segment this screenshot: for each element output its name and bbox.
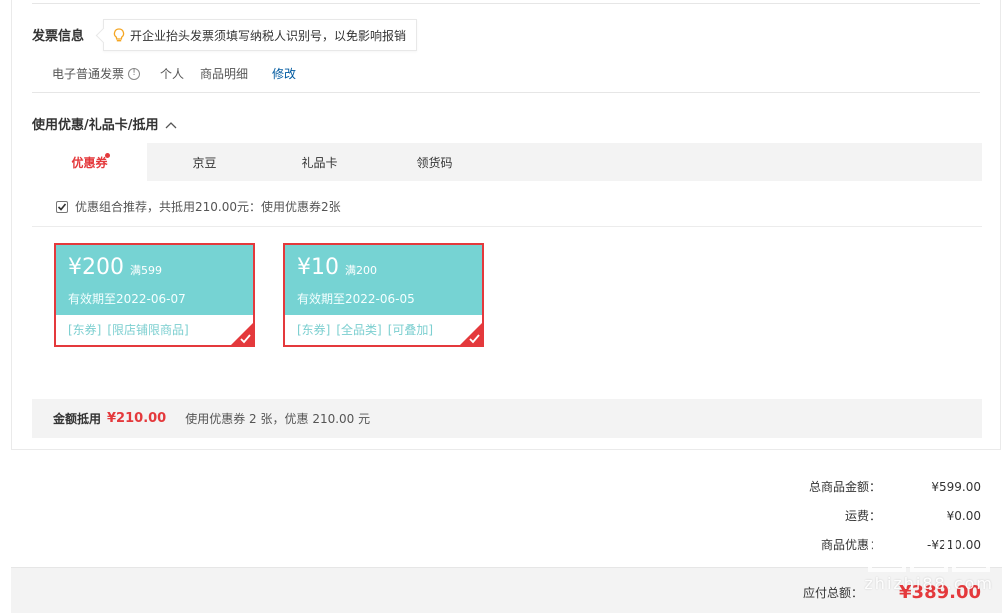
tab-coupons[interactable]: 优惠券 (32, 143, 147, 181)
info-icon[interactable]: ! (128, 67, 141, 80)
summary-label: 金额抵用 (53, 412, 102, 426)
coupon-tabs: 优惠券 京豆 礼品卡 领货码 (32, 143, 982, 181)
coupon-condition: 满599 (130, 264, 162, 277)
tab-jingdou[interactable]: 京豆 (147, 143, 262, 181)
invoice-edit-link[interactable]: 修改 (272, 65, 296, 82)
watermark-text: zhizhi88.com (864, 574, 994, 593)
coupon-amount: ¥200 (68, 255, 124, 280)
new-dot-badge (105, 153, 110, 158)
combo-recommend: 优惠组合推荐，共抵用210.00元：使用优惠券2张 (56, 198, 341, 215)
coupon-tag: [限店铺限商品] (107, 323, 189, 337)
tab-giftcard-label: 礼品卡 (301, 155, 338, 170)
coupon-tag: [全品类] (336, 323, 382, 337)
chevron-up-icon (165, 119, 176, 129)
tab-jingdou-label: 京豆 (192, 155, 217, 170)
summary-value: ¥210.00 (107, 411, 167, 426)
total-row: 运费： ¥0.00 (761, 501, 981, 530)
tab-pickup-code[interactable]: 领货码 (377, 143, 492, 181)
combo-checkbox[interactable] (56, 200, 68, 213)
invoice-tip-text: 开企业抬头发票须填写纳税人识别号，以免影响报销 (130, 28, 407, 43)
coupon-amount-row: ¥10 满200 (297, 255, 470, 284)
coupon-condition: 满200 (345, 264, 377, 277)
coupon-tag: [东券] (68, 323, 102, 337)
payable-label: 应付总额： (803, 586, 864, 600)
coupon-amount-row: ¥200 满599 (68, 255, 241, 284)
tab-coupons-label: 优惠券 (71, 155, 108, 170)
watermark: zhizhi88.com (864, 528, 994, 593)
total-value: ¥599.00 (931, 479, 981, 494)
total-label: 总商品金额： (808, 480, 881, 494)
invoice-title: 发票信息 (32, 29, 85, 44)
total-value: ¥0.00 (946, 508, 981, 523)
watermark-logo-icon (868, 528, 991, 572)
total-row: 总商品金额： ¥599.00 (761, 472, 981, 501)
coupon-tag: [东券] (297, 323, 331, 337)
coupon-card[interactable]: ¥200 满599 有效期至2022-06-07 [东券] [限店铺限商品] (54, 243, 255, 347)
coupon-tag: [可叠加] (387, 323, 434, 337)
invoice-title-type: 个人 (160, 67, 185, 81)
total-label: 运费： (844, 509, 881, 523)
coupon-tags: [东券] [限店铺限商品] (56, 315, 253, 344)
invoice-type: 电子普通发票 (52, 67, 125, 81)
total-label: 商品优惠： (820, 538, 881, 552)
coupon-card-top: ¥200 满599 有效期至2022-06-07 (56, 245, 253, 315)
coupon-validity: 有效期至2022-06-07 (68, 292, 186, 306)
selected-check-icon (460, 323, 482, 345)
invoice-content: 商品明细 (200, 67, 249, 81)
coupon-section-toggle[interactable]: 使用优惠/礼品卡/抵用 (32, 114, 176, 133)
coupon-card-top: ¥10 满200 有效期至2022-06-05 (285, 245, 482, 315)
combo-text: 优惠组合推荐，共抵用210.00元：使用优惠券2张 (75, 200, 341, 214)
selected-check-icon (231, 323, 253, 345)
tab-pickup-code-label: 领货码 (416, 155, 453, 170)
invoice-tip: 开企业抬头发票须填写纳税人识别号，以免影响报销 (103, 19, 418, 51)
discount-summary: 金额抵用 ¥210.00 使用优惠券 2 张，优惠 210.00 元 (32, 399, 982, 438)
summary-desc: 使用优惠券 2 张，优惠 210.00 元 (185, 412, 371, 426)
coupon-tags: [东券] [全品类] [可叠加] (285, 315, 482, 344)
tab-giftcard[interactable]: 礼品卡 (262, 143, 377, 181)
invoice-info-row: 电子普通发票 ! 个人 商品明细 修改 (52, 65, 296, 82)
coupon-validity: 有效期至2022-06-05 (297, 292, 415, 306)
coupon-card[interactable]: ¥10 满200 有效期至2022-06-05 [东券] [全品类] [可叠加] (283, 243, 484, 347)
coupon-section-title: 使用优惠/礼品卡/抵用 (32, 118, 159, 133)
section-divider (32, 92, 980, 93)
lightbulb-icon (113, 27, 125, 43)
coupon-amount: ¥10 (297, 255, 339, 280)
top-divider (32, 3, 980, 4)
